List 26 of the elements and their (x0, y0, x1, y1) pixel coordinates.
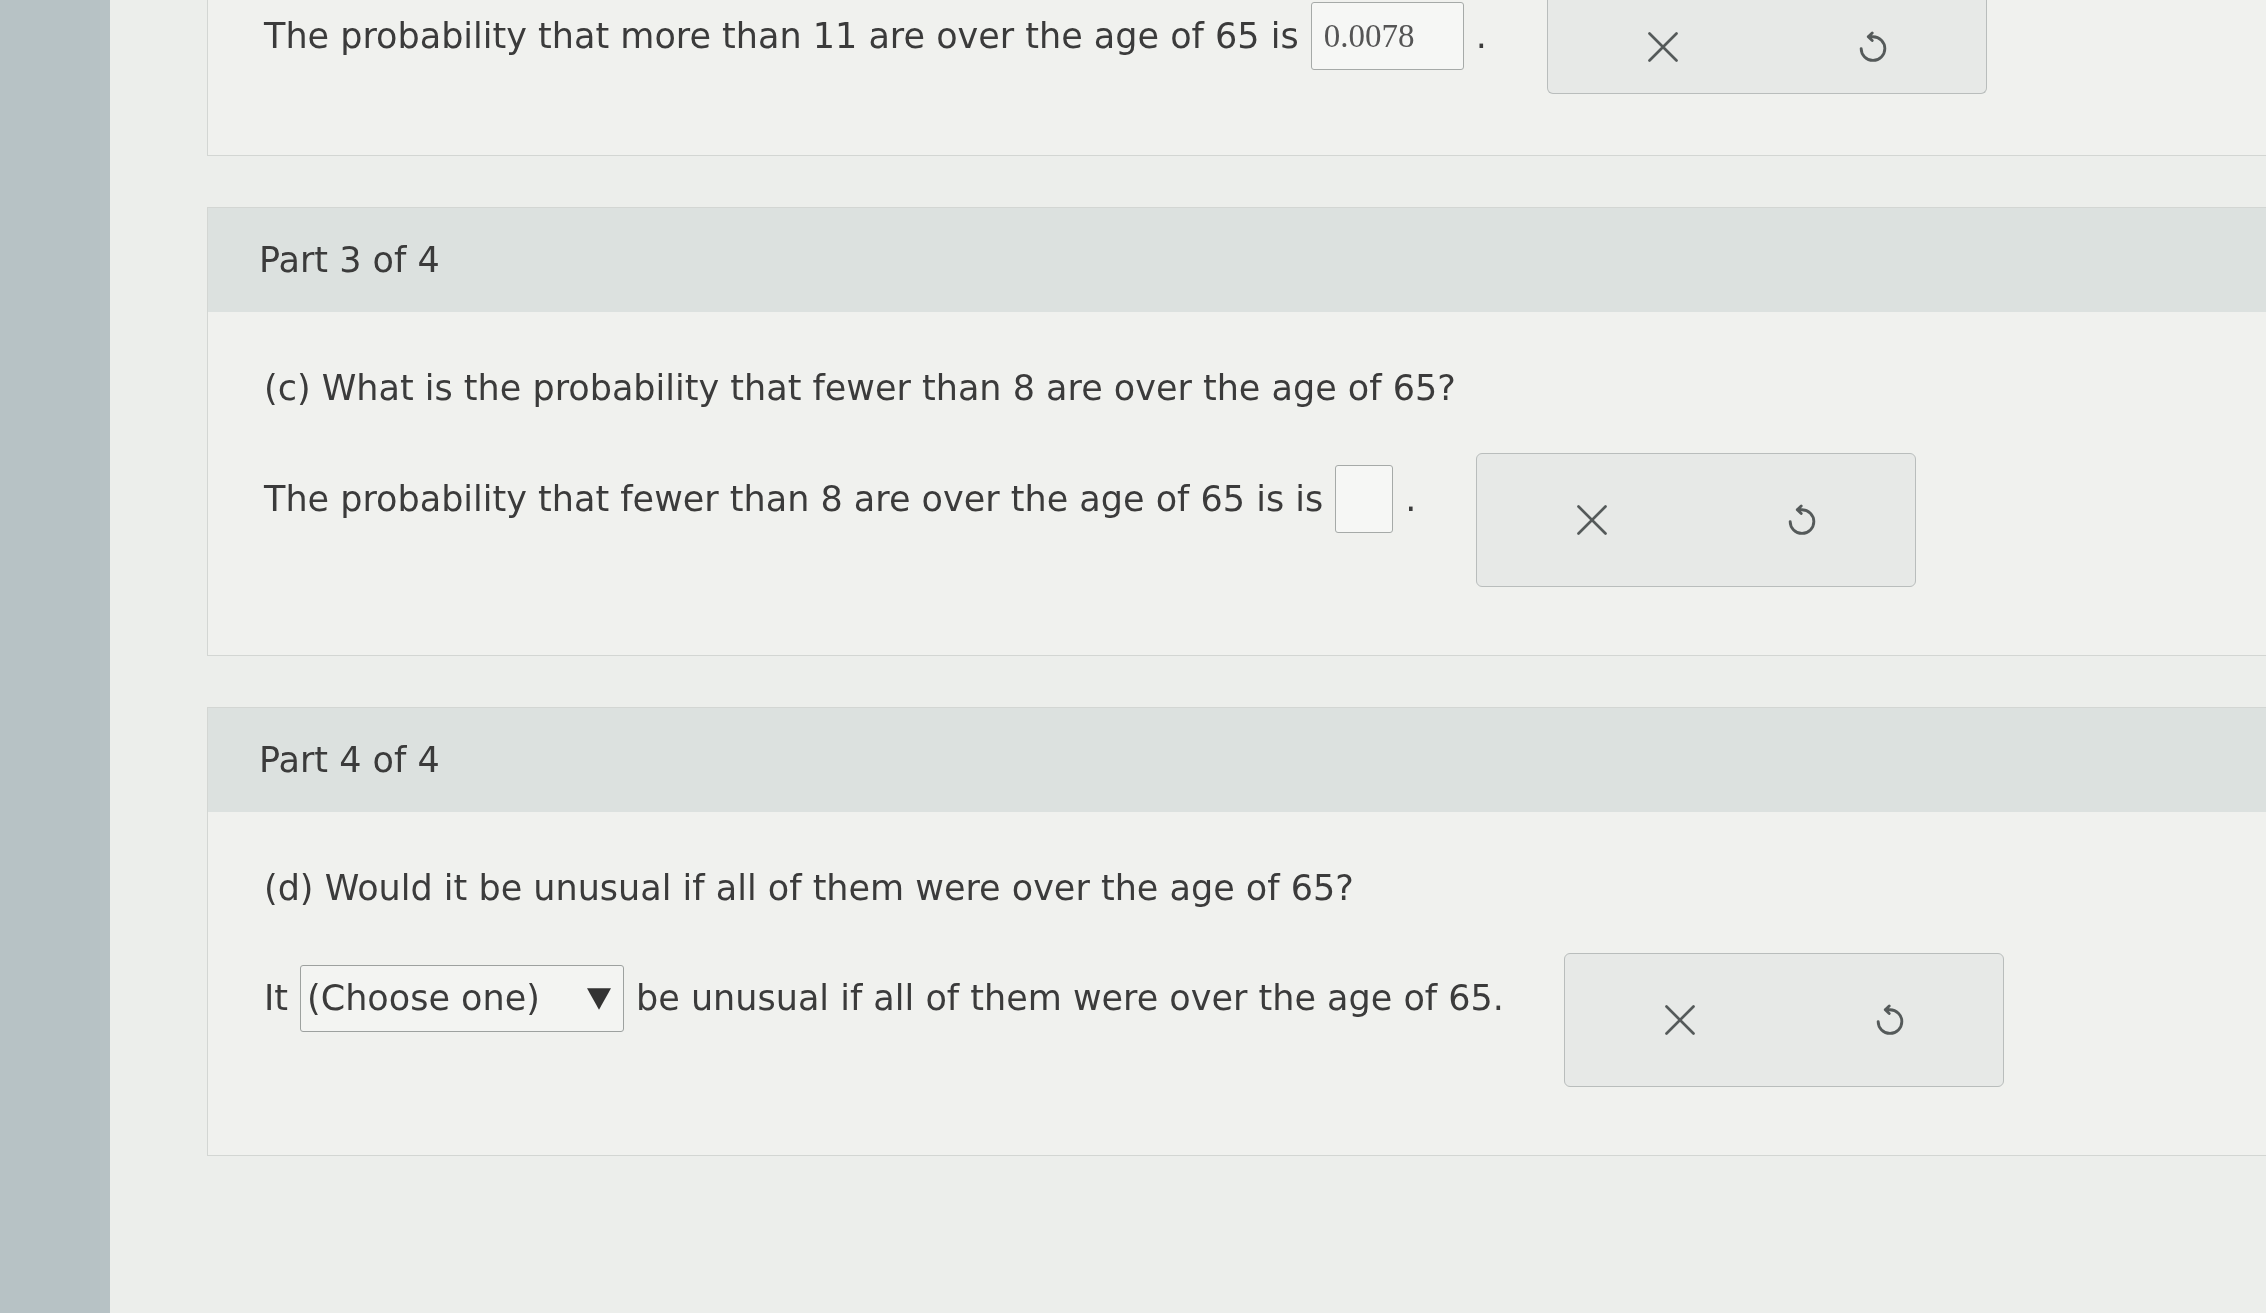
answer-input[interactable]: 0.0078 (1310, 2, 1464, 70)
undo-icon (1787, 504, 1818, 536)
cross-icon (1647, 31, 1678, 62)
undo-button[interactable] (1874, 1004, 1905, 1036)
clear-answer-button[interactable] (1577, 505, 1608, 535)
undo-icon (1874, 1004, 1905, 1036)
undo-button[interactable] (1857, 30, 1888, 63)
answer-input[interactable] (1335, 465, 1394, 533)
answer-prompt: The probability that fewer than 8 are over the age of 65 is is (264, 477, 1324, 521)
answer-prompt: It (264, 977, 289, 1021)
cross-icon (1664, 1005, 1695, 1035)
answer-suffix: . (1475, 14, 1487, 58)
question-text: (d) Would it be unusual if all of them were over the age of 65? (264, 867, 1354, 910)
clear-answer-button[interactable] (1664, 1005, 1695, 1035)
answer-suffix: be unusual if all of them were over the age of 65. (636, 977, 1504, 1021)
answer-select[interactable]: (Choose one) (300, 965, 625, 1032)
cross-icon (1577, 505, 1608, 535)
caret-icon (587, 987, 612, 1010)
part-title: Part 4 of 4 (259, 738, 440, 782)
undo-button[interactable] (1787, 504, 1818, 536)
part-title: Part 3 of 4 (259, 238, 440, 282)
answer-suffix: . (1405, 477, 1417, 521)
answer-prompt: The probability that more than 11 are over the age of 65 is (264, 14, 1299, 58)
question-text: (c) What is the probability that fewer than 8 are over the age of 65? (264, 367, 1456, 410)
clear-answer-button[interactable] (1647, 31, 1678, 62)
undo-icon (1857, 30, 1888, 63)
